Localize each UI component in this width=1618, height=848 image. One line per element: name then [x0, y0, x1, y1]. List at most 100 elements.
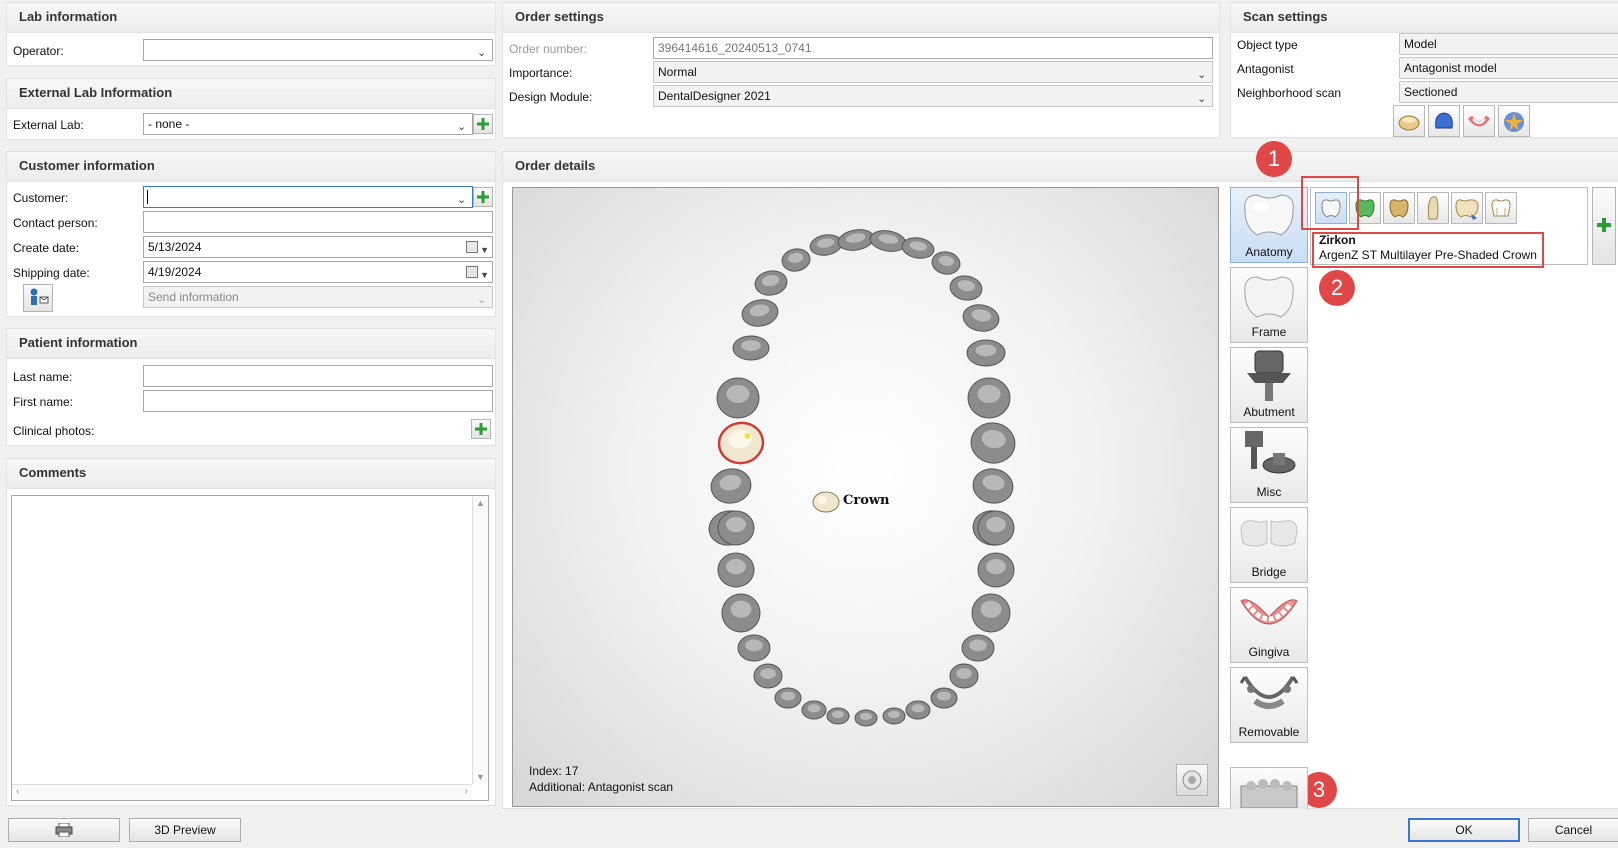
tooth-lower-6[interactable] — [774, 687, 802, 709]
vertical-scrollbar[interactable]: ▲ ▼ — [472, 496, 488, 784]
person-info-button[interactable] — [23, 284, 53, 312]
view-rotate-icon — [1182, 770, 1202, 790]
tooth-upper-16[interactable] — [966, 339, 1006, 367]
tooth-upper-8[interactable] — [780, 247, 811, 274]
external-lab-dropdown[interactable]: - none - ⌄ — [143, 113, 473, 135]
tooth-upper-19[interactable] — [970, 466, 1015, 506]
tooth-upper-14[interactable] — [948, 273, 984, 302]
importance-dropdown[interactable]: Normal ⌄ — [653, 61, 1213, 83]
tooth-upper-7[interactable] — [753, 268, 789, 297]
abutment-icon — [1231, 348, 1307, 402]
scroll-up-icon: ▲ — [476, 498, 485, 508]
neighborhood-dropdown[interactable]: Sectioned — [1399, 81, 1618, 103]
shipping-date-value: 4/19/2024 — [148, 265, 202, 279]
tooth-lower-10[interactable] — [882, 707, 906, 725]
category-button-removable[interactable]: Removable — [1230, 667, 1308, 743]
chevron-down-icon: ⌄ — [457, 194, 467, 206]
tooth-lower-12[interactable] — [930, 687, 958, 709]
tooth-lower-4[interactable] — [737, 634, 771, 662]
object-type-dropdown[interactable]: Model — [1399, 33, 1618, 55]
tooth-lower-16[interactable] — [977, 552, 1015, 588]
first-name-input[interactable] — [143, 390, 493, 412]
tooth-upper-18[interactable] — [968, 419, 1018, 466]
last-name-row: Last name: — [13, 365, 493, 389]
last-name-input[interactable] — [143, 365, 493, 387]
add-external-lab-button[interactable] — [473, 114, 493, 134]
shipping-date-row: Shipping date: 4/19/2024 ▼ — [13, 261, 493, 285]
model-base-icon — [1240, 779, 1298, 809]
ok-button[interactable]: OK — [1408, 818, 1520, 842]
object-type-label: Object type — [1237, 38, 1298, 52]
tooth-lower-9[interactable] — [854, 709, 878, 727]
tooth-lower-8[interactable] — [826, 707, 850, 725]
tooth-upper-12[interactable] — [901, 235, 936, 260]
tooth-lower-14[interactable] — [961, 634, 995, 662]
crown-scan-icon[interactable] — [1393, 105, 1425, 137]
bridge-icon — [1231, 508, 1307, 562]
customer-row: Customer: ⌄ — [13, 186, 493, 210]
tooth-lower-13[interactable] — [949, 663, 979, 689]
tooth-upper-4[interactable] — [716, 377, 760, 419]
gingiva-scan-icon[interactable] — [1463, 105, 1495, 137]
antagonist-row: Antagonist Antagonist model — [1237, 57, 1618, 81]
category-button-bridge[interactable]: Bridge — [1230, 507, 1308, 583]
tooth-upper-13[interactable] — [930, 250, 961, 277]
tooth-lower-15[interactable] — [971, 593, 1011, 633]
tooth-upper-9[interactable] — [809, 232, 844, 257]
tooth-upper-17[interactable] — [967, 377, 1011, 419]
tooth-lower-2[interactable] — [717, 552, 755, 588]
veneer-icon[interactable] — [1417, 192, 1449, 224]
horizontal-scrollbar[interactable]: ‹ › — [12, 784, 472, 800]
tooth-upper-5[interactable] — [732, 335, 770, 361]
removable-icon — [1231, 668, 1307, 722]
category-button-abutment[interactable]: Abutment — [1230, 347, 1308, 423]
category-button-frame[interactable]: Frame — [1230, 267, 1308, 343]
shipping-date-label: Shipping date: — [13, 266, 90, 280]
tooth-upper-15[interactable] — [961, 302, 1001, 334]
tooth-upper-11[interactable] — [869, 228, 908, 254]
coping-icon[interactable] — [1485, 192, 1517, 224]
view-reset-button[interactable] — [1176, 764, 1208, 796]
bridge-crown-icon[interactable] — [1451, 192, 1483, 224]
scan-star-icon[interactable] — [1498, 105, 1530, 137]
create-date-picker[interactable]: 5/13/2024 ▼ — [143, 236, 493, 258]
cancel-button[interactable]: Cancel — [1528, 818, 1618, 842]
customer-dropdown[interactable]: ⌄ — [143, 186, 473, 208]
tooth-lower-11[interactable] — [905, 700, 931, 720]
neighborhood-value: Sectioned — [1404, 85, 1458, 99]
design-module-label: Design Module: — [509, 90, 593, 104]
tooth-lower-3[interactable] — [721, 593, 761, 633]
full-arch-icon[interactable] — [1428, 105, 1460, 137]
order-number-input[interactable]: 396414616_20240513_0741 — [653, 37, 1213, 59]
add-customer-button[interactable] — [473, 187, 493, 207]
chevron-down-icon: ⌄ — [477, 47, 487, 59]
category-button-misc[interactable]: Misc — [1230, 427, 1308, 503]
tooth-lower-17[interactable] — [977, 510, 1015, 546]
design-module-dropdown[interactable]: DentalDesigner 2021 ⌄ — [653, 85, 1213, 107]
send-information-dropdown[interactable]: Send information ⌄ — [143, 286, 493, 308]
tooth-chart-viewport[interactable]: Crown Index: 17 Additional: Antagonist s… — [512, 187, 1219, 807]
tooth-upper-6[interactable] — [740, 297, 780, 329]
operator-dropdown[interactable]: ⌄ — [143, 39, 493, 61]
tooth-lower-5[interactable] — [753, 663, 783, 689]
comments-textarea[interactable]: ▲ ▼ ‹ › — [11, 495, 489, 801]
gold-crown-icon[interactable] — [1383, 192, 1415, 224]
tooth-upper-3[interactable] — [716, 419, 766, 466]
tooth-lower-1[interactable] — [717, 510, 755, 546]
category-button-anatomy[interactable]: Anatomy — [1230, 187, 1308, 263]
first-name-row: First name: — [13, 390, 493, 414]
shipping-date-picker[interactable]: 4/19/2024 ▼ — [143, 261, 493, 283]
add-material-button[interactable] — [1592, 187, 1616, 265]
add-clinical-photo-button[interactable] — [471, 419, 491, 439]
create-date-value: 5/13/2024 — [148, 240, 202, 254]
3d-preview-button[interactable]: 3D Preview — [129, 818, 241, 842]
tooth-upper-10[interactable] — [837, 227, 876, 253]
contact-input[interactable] — [143, 211, 493, 233]
antagonist-dropdown[interactable]: Antagonist model — [1399, 57, 1618, 79]
print-button[interactable] — [8, 818, 120, 842]
order-settings-title: Order settings — [503, 3, 1219, 33]
tooth-upper-2[interactable] — [708, 466, 753, 506]
tooth-lower-7[interactable] — [801, 700, 827, 720]
side-button-more[interactable] — [1230, 767, 1308, 809]
category-button-gingiva[interactable]: Gingiva — [1230, 587, 1308, 663]
